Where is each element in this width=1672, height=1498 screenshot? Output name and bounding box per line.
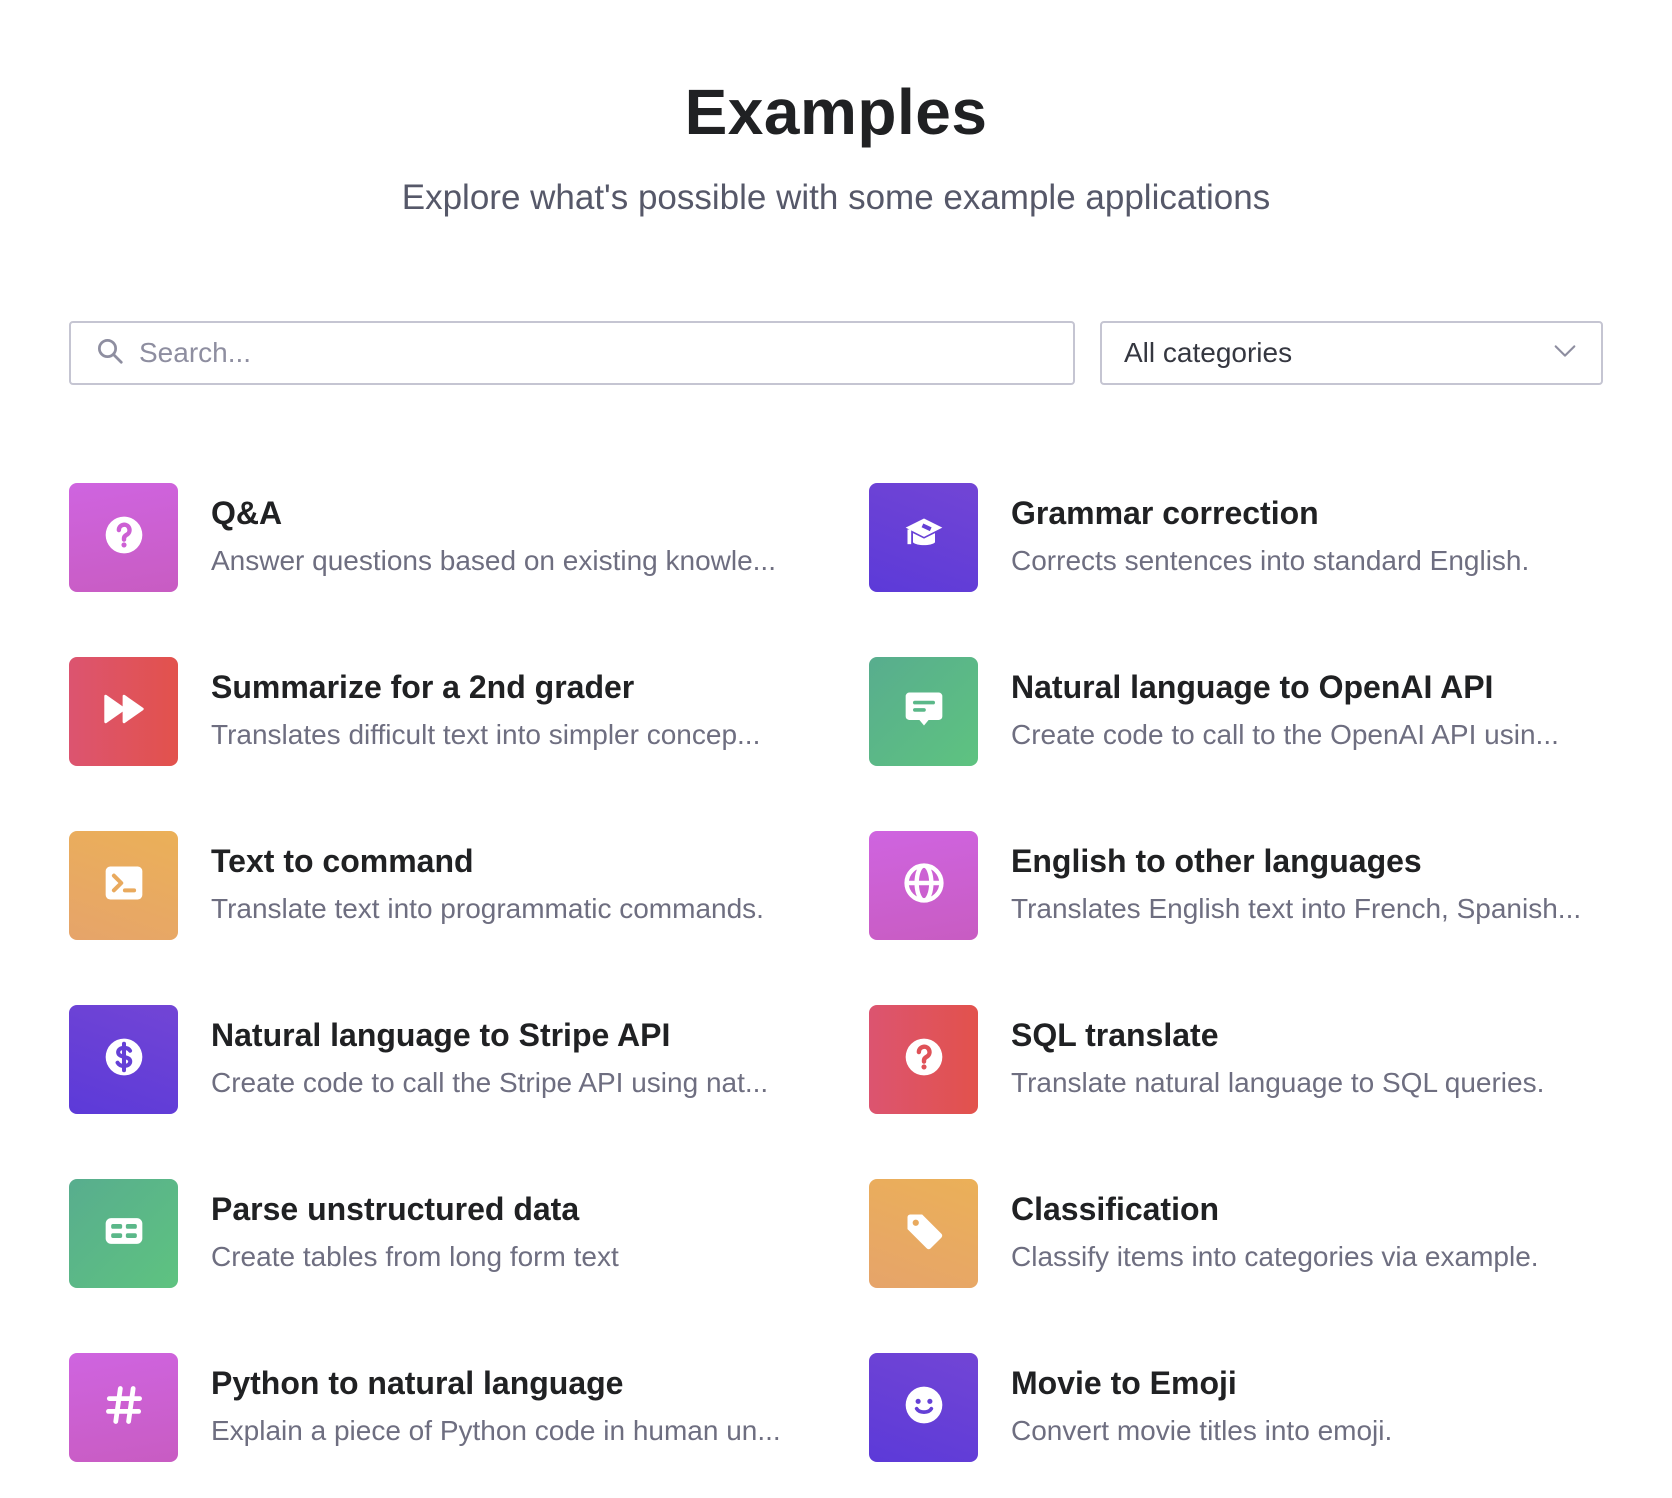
page-title: Examples xyxy=(684,76,988,148)
example-description: Create code to call to the OpenAI API us… xyxy=(1011,719,1559,750)
graduation-cap-icon xyxy=(902,513,946,562)
example-icon-tile xyxy=(69,1179,178,1288)
page-subtitle: Explore what's possible with some exampl… xyxy=(401,178,1271,217)
globe-icon xyxy=(902,861,946,910)
example-title: Grammar correction xyxy=(1011,495,1319,531)
example-icon-tile xyxy=(869,831,978,940)
example-description: Translate natural language to SQL querie… xyxy=(1011,1067,1545,1098)
category-select[interactable]: All categories xyxy=(1100,321,1603,385)
example-title: Python to natural language xyxy=(211,1365,624,1401)
example-icon-tile xyxy=(869,1353,978,1462)
example-icon-tile xyxy=(69,657,178,766)
tag-icon xyxy=(902,1209,946,1258)
example-description: Translates English text into French, Spa… xyxy=(1011,893,1582,924)
example-title: Text to command xyxy=(211,843,474,879)
example-title: Summarize for a 2nd grader xyxy=(211,669,635,705)
search-icon xyxy=(95,336,125,371)
example-item-qa[interactable]: Q&A Answer questions based on existing k… xyxy=(69,483,829,593)
example-description: Create tables from long form text xyxy=(211,1241,619,1272)
terminal-icon xyxy=(102,861,146,910)
example-description: Corrects sentences into standard English… xyxy=(1011,545,1530,576)
example-item-openai-api[interactable]: Natural language to OpenAI API Create co… xyxy=(869,657,1629,767)
question-circle-icon xyxy=(902,1035,946,1084)
example-title: Movie to Emoji xyxy=(1011,1365,1237,1401)
table-icon xyxy=(102,1209,146,1258)
example-item-summarize[interactable]: Summarize for a 2nd grader Translates di… xyxy=(69,657,829,767)
example-description: Classify items into categories via examp… xyxy=(1011,1241,1539,1272)
example-description: Translates difficult text into simpler c… xyxy=(211,719,761,750)
dollar-circle-icon xyxy=(102,1035,146,1084)
example-title: SQL translate xyxy=(1011,1017,1219,1053)
example-item-python-to-natural[interactable]: Python to natural language Explain a pie… xyxy=(69,1353,829,1463)
chat-bubble-icon xyxy=(902,687,946,736)
example-icon-tile xyxy=(69,483,178,592)
example-title: Natural language to Stripe API xyxy=(211,1017,671,1053)
chevron-down-icon xyxy=(1551,337,1579,370)
example-title: Natural language to OpenAI API xyxy=(1011,669,1494,705)
example-item-grammar-correction[interactable]: Grammar correction Corrects sentences in… xyxy=(869,483,1629,593)
example-icon-tile xyxy=(69,1353,178,1462)
example-item-stripe-api[interactable]: Natural language to Stripe API Create co… xyxy=(69,1005,829,1115)
example-icon-tile xyxy=(869,1179,978,1288)
category-select-value: All categories xyxy=(1124,337,1293,368)
example-item-parse-unstructured[interactable]: Parse unstructured data Create tables fr… xyxy=(69,1179,829,1289)
example-description: Explain a piece of Python code in human … xyxy=(211,1415,781,1446)
example-item-english-to-other[interactable]: English to other languages Translates En… xyxy=(869,831,1629,941)
example-title: Q&A xyxy=(211,495,283,531)
example-title: English to other languages xyxy=(1011,843,1422,879)
example-description: Create code to call the Stripe API using… xyxy=(211,1067,769,1098)
example-item-movie-to-emoji[interactable]: Movie to Emoji Convert movie titles into… xyxy=(869,1353,1629,1463)
example-title: Parse unstructured data xyxy=(211,1191,580,1227)
example-description: Translate text into programmatic command… xyxy=(211,893,764,924)
hash-icon xyxy=(102,1383,146,1432)
example-title: Classification xyxy=(1011,1191,1220,1227)
search-input[interactable] xyxy=(139,337,1039,369)
example-icon-tile xyxy=(69,831,178,940)
smiley-icon xyxy=(902,1383,946,1432)
question-circle-icon xyxy=(102,513,146,562)
example-icon-tile xyxy=(869,1005,978,1114)
example-item-sql-translate[interactable]: SQL translate Translate natural language… xyxy=(869,1005,1629,1115)
example-item-classification[interactable]: Classification Classify items into categ… xyxy=(869,1179,1629,1289)
example-icon-tile xyxy=(69,1005,178,1114)
example-item-text-to-command[interactable]: Text to command Translate text into prog… xyxy=(69,831,829,941)
search-box[interactable] xyxy=(69,321,1075,385)
example-description: Convert movie titles into emoji. xyxy=(1011,1415,1393,1446)
example-description: Answer questions based on existing knowl… xyxy=(211,545,776,576)
fast-forward-icon xyxy=(102,687,146,736)
example-icon-tile xyxy=(869,657,978,766)
example-icon-tile xyxy=(869,483,978,592)
